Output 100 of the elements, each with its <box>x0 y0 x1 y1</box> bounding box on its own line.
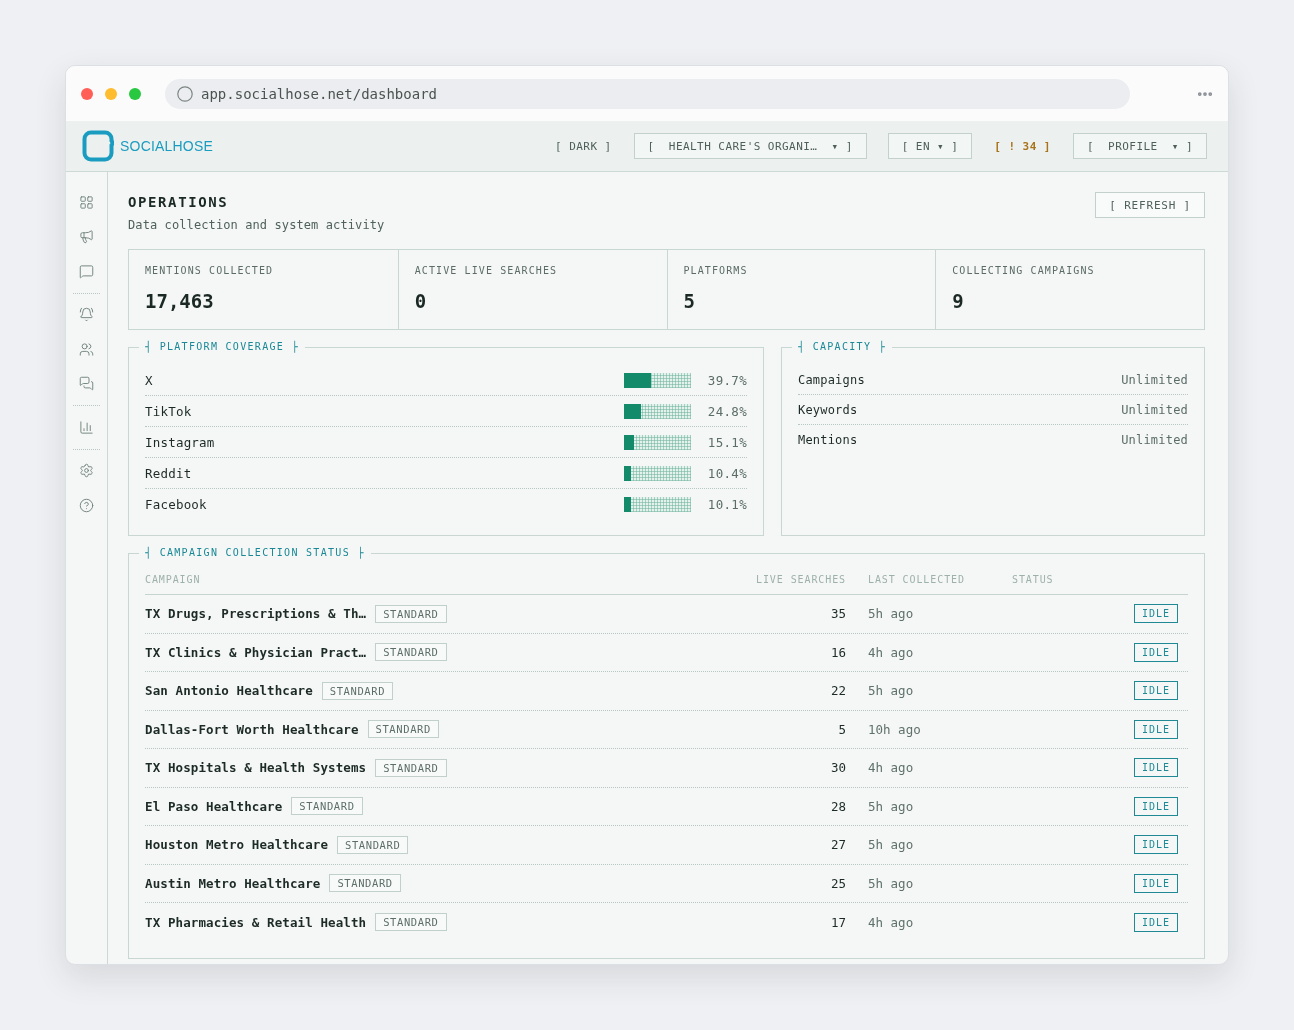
status-tag: IDLE <box>1133 873 1178 893</box>
status-tag: IDLE <box>1133 796 1178 816</box>
close-window-icon[interactable] <box>81 87 93 100</box>
platform-name: X <box>145 372 153 388</box>
stat-label: MENTIONS COLLECTED <box>145 265 274 277</box>
status-tag: IDLE <box>1133 604 1178 624</box>
tier-tag: STANDARD <box>375 604 447 623</box>
url-text: app.socialhose.net/dashboard <box>201 85 437 102</box>
bell-icon[interactable] <box>79 307 94 323</box>
capacity-name: Mentions <box>798 433 858 447</box>
dashboard-icon[interactable] <box>79 194 94 210</box>
status-tag: IDLE <box>1133 912 1178 932</box>
panel-title: ┤ CAMPAIGN COLLECTION STATUS ├ <box>144 547 366 559</box>
campaign-name: Austin Metro Healthcare <box>145 875 321 891</box>
stat-label: PLATFORMS <box>683 265 748 277</box>
stat-value: 5 <box>683 289 695 313</box>
stat-value: 9 <box>952 289 964 313</box>
last-collected-time: 10h ago <box>868 721 921 737</box>
chat-icon[interactable] <box>79 263 94 279</box>
settings-icon[interactable] <box>79 463 94 479</box>
campaign-name: TX Clinics & Physician Pract… <box>145 644 367 660</box>
help-icon[interactable] <box>79 497 94 513</box>
campaign-name: TX Drugs, Prescriptions & Th… <box>145 606 367 622</box>
column-header: CAMPAIGN <box>145 574 201 585</box>
capacity-value: Unlimited <box>1121 402 1188 417</box>
column-header: LAST COLLECTED <box>868 574 965 585</box>
live-searches-count: 30 <box>830 760 846 776</box>
live-searches-count: 35 <box>830 606 846 622</box>
live-searches-count: 17 <box>830 914 846 930</box>
campaign-name: El Paso Healthcare <box>145 798 283 814</box>
maximize-window-icon[interactable] <box>129 87 141 100</box>
dropdown-button[interactable]: [ PROFILE ▾ ] <box>1072 133 1207 159</box>
stat-label: ACTIVE LIVE SEARCHES <box>414 265 558 277</box>
live-searches-count: 28 <box>830 798 846 814</box>
live-searches-count: 22 <box>830 683 846 699</box>
status-tag: IDLE <box>1133 642 1178 662</box>
live-searches-count: 27 <box>830 837 846 853</box>
campaign-name: San Antonio Healthcare <box>145 683 313 699</box>
stat-value: 0 <box>414 289 427 313</box>
campaign-name: Dallas-Fort Worth Healthcare <box>145 721 359 737</box>
dropdown-button[interactable]: [ HEALTH CARE'S ORGANI… ▾ ] <box>633 133 867 159</box>
stat-label: COLLECTING CAMPAIGNS <box>952 265 1095 277</box>
bar-chart-icon[interactable] <box>79 419 94 435</box>
brand-name: SOCIALHOSE <box>120 138 214 154</box>
panel-title: ┤ PLATFORM COVERAGE ├ <box>144 341 300 353</box>
capacity-name: Campaigns <box>798 372 865 387</box>
alerts-button[interactable]: [ ! 34 ] <box>993 133 1052 159</box>
platform-name: Reddit <box>145 465 192 481</box>
coverage-percent: 10.1% <box>707 497 747 512</box>
capacity-value: Unlimited <box>1121 372 1188 387</box>
capacity-name: Keywords <box>798 402 858 417</box>
live-searches-count: 5 <box>838 721 846 737</box>
users-icon[interactable] <box>79 341 94 357</box>
platform-name: TikTok <box>145 403 192 419</box>
tier-tag: STANDARD <box>321 681 394 700</box>
column-header: STATUS <box>1012 574 1054 585</box>
last-collected-time: 5h ago <box>868 875 914 891</box>
address-bar[interactable]: app.socialhose.net/dashboard <box>165 78 1130 109</box>
last-collected-time: 4h ago <box>868 760 914 776</box>
refresh-button[interactable]: [ REFRESH ] <box>1095 192 1205 218</box>
messages-icon[interactable] <box>79 376 94 392</box>
page-title: OPERATIONS <box>128 193 230 212</box>
page-subtitle: Data collection and system activity <box>128 217 385 233</box>
live-searches-count: 25 <box>830 875 846 891</box>
stat-value: 17,463 <box>145 289 214 313</box>
coverage-percent: 24.8% <box>707 403 747 419</box>
tier-tag: STANDARD <box>375 758 447 777</box>
status-tag: IDLE <box>1133 835 1178 855</box>
last-collected-time: 5h ago <box>868 683 914 699</box>
last-collected-time: 5h ago <box>868 798 914 814</box>
tier-tag: STANDARD <box>329 874 401 893</box>
status-tag: IDLE <box>1133 719 1178 739</box>
tier-tag: STANDARD <box>367 720 439 739</box>
tier-tag: STANDARD <box>375 913 447 932</box>
status-tag: IDLE <box>1133 758 1178 778</box>
platform-name: Instagram <box>145 434 215 450</box>
last-collected-time: 4h ago <box>868 914 914 930</box>
column-header: LIVE SEARCHES <box>756 574 846 585</box>
logo-icon[interactable] <box>82 130 114 162</box>
tier-tag: STANDARD <box>291 797 363 816</box>
campaign-name: Houston Metro Healthcare <box>145 837 328 853</box>
panel-title: ┤ CAPACITY ├ <box>797 341 887 353</box>
coverage-percent: 15.1% <box>707 434 747 450</box>
minimize-window-icon[interactable] <box>105 87 117 100</box>
live-searches-count: 16 <box>830 644 846 660</box>
dropdown-button[interactable]: [ EN ▾ ] <box>887 133 973 159</box>
campaign-name: TX Hospitals & Health Systems <box>145 760 367 776</box>
capacity-value: Unlimited <box>1121 433 1188 447</box>
circle-icon <box>177 85 193 102</box>
status-tag: IDLE <box>1133 681 1178 701</box>
last-collected-time: 5h ago <box>868 837 914 853</box>
megaphone-icon[interactable] <box>79 229 94 245</box>
campaign-name: TX Pharmacies & Retail Health <box>145 914 367 930</box>
tier-tag: STANDARD <box>375 643 447 662</box>
tier-tag: STANDARD <box>337 835 409 854</box>
platform-name: Facebook <box>145 497 207 512</box>
last-collected-time: 5h ago <box>868 606 914 622</box>
last-collected-time: 4h ago <box>868 644 914 660</box>
coverage-percent: 10.4% <box>707 465 747 481</box>
theme-button[interactable]: [ DARK ] <box>554 133 613 159</box>
